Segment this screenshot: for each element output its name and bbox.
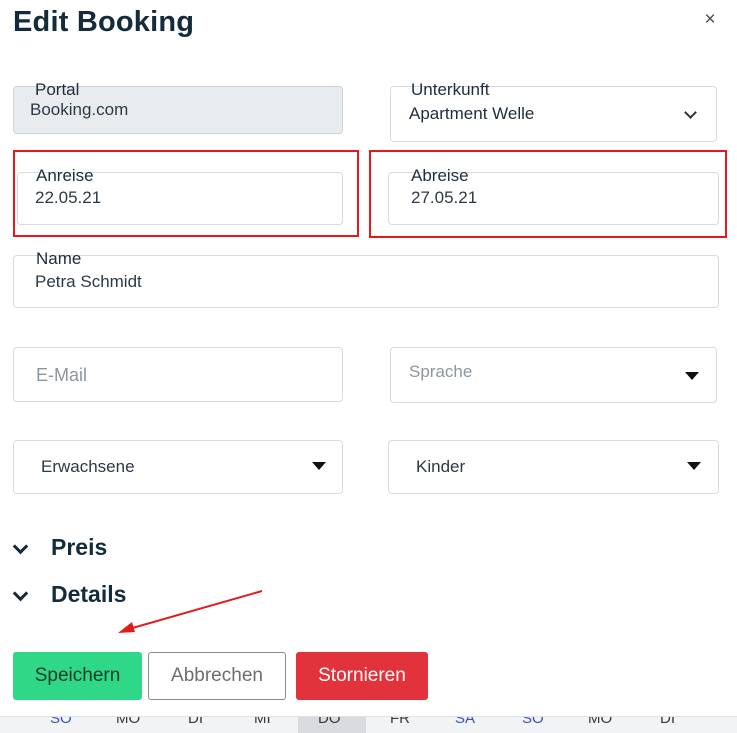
calendar-day: MO	[588, 716, 613, 727]
dialog-title: Edit Booking	[13, 6, 195, 38]
calendar-day: DO	[318, 716, 341, 727]
name-label: Name	[36, 249, 82, 268]
abreise-label: Abreise	[411, 166, 469, 185]
portal-label: Portal	[35, 80, 80, 99]
caret-down-icon	[687, 462, 701, 470]
chevron-down-icon[interactable]	[12, 538, 29, 555]
anreise-label: Anreise	[36, 166, 94, 185]
section-preis[interactable]: Preis	[51, 534, 107, 561]
unterkunft-value: Apartment Welle	[409, 104, 535, 123]
calendar-day: DI	[188, 716, 203, 727]
name-value: Petra Schmidt	[35, 272, 142, 291]
annotation-arrow	[118, 590, 263, 633]
anreise-value: 22.05.21	[35, 188, 102, 207]
email-placeholder: E-Mail	[36, 365, 88, 385]
caret-down-icon	[312, 462, 326, 470]
abreise-value: 27.05.21	[411, 188, 478, 207]
caret-down-icon	[685, 372, 699, 380]
kinder-value: Kinder	[416, 457, 466, 476]
calendar-day: DI	[660, 716, 675, 727]
calendar-day: MO	[116, 716, 141, 727]
erwachsene-value: Erwachsene	[41, 457, 135, 476]
calendar-day: SO	[50, 716, 72, 727]
storno-button[interactable]: Stornieren	[296, 652, 428, 700]
calendar-day: SO	[522, 716, 544, 727]
calendar-day: FR	[390, 716, 410, 727]
calendar-day: MI	[254, 716, 271, 727]
unterkunft-label: Unterkunft	[411, 80, 490, 99]
chevron-down-icon[interactable]	[12, 585, 29, 602]
sprache-placeholder: Sprache	[409, 362, 473, 381]
close-icon[interactable]: ×	[700, 10, 720, 30]
calendar-strip: SO MO DI MI DO FR SA SO MO DI	[0, 716, 737, 733]
portal-value: Booking.com	[30, 100, 129, 119]
save-button[interactable]: Speichern	[13, 652, 142, 700]
cancel-button[interactable]: Abbrechen	[148, 652, 286, 700]
calendar-day: SA	[455, 716, 476, 727]
